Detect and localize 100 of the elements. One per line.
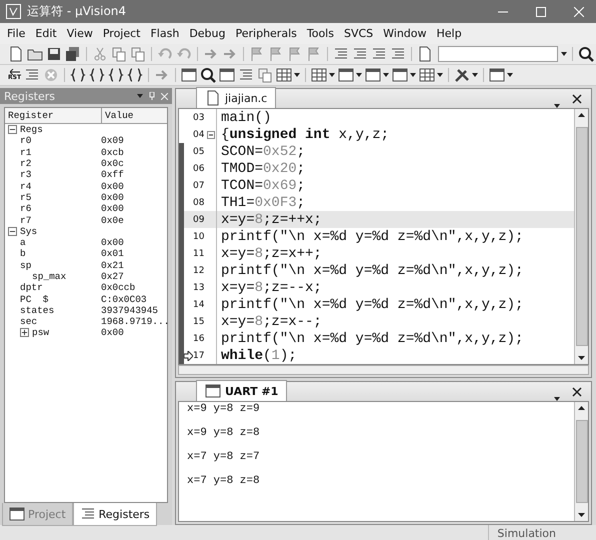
dropdown-caret-icon[interactable] (356, 73, 362, 77)
copy-icon[interactable] (111, 46, 127, 62)
register-name: psw (32, 327, 50, 338)
brace-icon[interactable] (108, 67, 124, 83)
dropdown-caret-icon[interactable] (561, 52, 567, 56)
register-name: r4 (20, 180, 32, 192)
menu-item[interactable]: SVCS (338, 27, 378, 40)
code-line: TCON=0x69; (221, 178, 306, 194)
pin-icon[interactable] (149, 92, 155, 100)
line-number: 11 (193, 248, 206, 258)
file-tab[interactable]: jiajian.c (196, 87, 276, 108)
register-name: r3 (20, 169, 32, 180)
horizontal-scrollbar[interactable] (178, 365, 589, 375)
scroll-down-arrow-icon[interactable] (578, 513, 585, 517)
vertical-scrollbar[interactable] (574, 109, 588, 364)
output-line: x=9 y=8 z=9 (187, 403, 261, 415)
copy-icon[interactable] (130, 46, 146, 62)
menu-item[interactable]: Window (378, 27, 432, 40)
vertical-scrollbar[interactable] (574, 402, 588, 521)
register-name: sec (20, 316, 38, 328)
menu-item[interactable]: Edit (30, 27, 62, 40)
register-group: Regs (20, 124, 43, 136)
line-number: 16 (193, 334, 206, 344)
scroll-down-arrow-icon[interactable] (578, 356, 585, 360)
register-value: 0x21 (101, 260, 124, 271)
fold-toggle-icon[interactable] (207, 130, 215, 138)
line-number: 08 (193, 198, 206, 208)
menu-item[interactable]: Flash (145, 27, 184, 40)
code-line: x=y=8;z=x++; (221, 246, 322, 262)
brace-icon[interactable] (127, 67, 144, 83)
scroll-up-arrow-icon[interactable] (578, 406, 585, 410)
grid-icon[interactable] (419, 67, 436, 83)
column-header[interactable]: Value (102, 108, 137, 123)
grid-icon[interactable] (276, 67, 292, 83)
line-number: 13 (193, 282, 206, 292)
page-icon[interactable] (205, 90, 221, 106)
dropdown-caret-icon[interactable] (472, 73, 478, 77)
code-line: printf("\n x=%d y=%d z=%d\n",x,y,z); (221, 228, 524, 244)
code-line: x=y=8;z=--x; (221, 280, 322, 296)
scroll-up-arrow-icon[interactable] (578, 113, 585, 117)
copy-icon[interactable] (257, 67, 274, 83)
register-name: r6 (20, 203, 32, 214)
menu-item[interactable]: Debug (184, 27, 230, 40)
window-icon[interactable] (489, 67, 506, 83)
app-logo-icon (6, 4, 21, 19)
menu-item[interactable]: Tools (302, 27, 339, 40)
magnifier-icon[interactable] (200, 67, 216, 83)
line-number: 03 (193, 112, 206, 122)
column-header[interactable]: Register (5, 108, 102, 123)
expand-toggle-icon[interactable] (20, 328, 29, 338)
menu-item[interactable]: Project (98, 27, 146, 40)
register-value: 0x00 (101, 203, 124, 214)
window-icon[interactable] (9, 506, 25, 522)
register-value: 1968.9719... (101, 316, 170, 328)
dropdown-caret-icon[interactable] (410, 73, 416, 77)
code-line: printf("\n x=%d y=%d z=%d\n",x,y,z); (221, 330, 524, 346)
dropdown-caret-icon[interactable] (383, 73, 390, 77)
window-icon[interactable] (181, 67, 198, 83)
register-name: r7 (20, 214, 32, 226)
output-line: x=7 y=8 z=8 (187, 475, 261, 487)
menu-item[interactable]: Help (432, 27, 467, 40)
panel-tab[interactable]: Registers (72, 503, 157, 526)
menu-item[interactable]: Peripherals (230, 27, 302, 40)
code-line: x=y=8;z=x--; (221, 314, 322, 330)
grid-icon[interactable] (311, 67, 328, 83)
window-title: 运算符 - μVision4 (27, 3, 128, 20)
register-value: 0x27 (101, 271, 124, 282)
line-number: 12 (193, 266, 206, 276)
maximize-icon[interactable] (536, 6, 546, 16)
menu-item[interactable]: File (2, 27, 30, 40)
uart-tab[interactable]: UART #1 (196, 380, 288, 401)
code-line: while(1); (221, 348, 297, 364)
window-icon[interactable] (365, 67, 382, 83)
collapse-toggle-icon[interactable] (8, 125, 17, 134)
page-icon[interactable] (417, 46, 433, 62)
dropdown-caret-icon[interactable] (507, 73, 514, 77)
window-icon[interactable] (338, 67, 354, 83)
register-name: PC $ (20, 294, 49, 305)
line-number: 04 (193, 130, 206, 140)
window-icon[interactable] (219, 67, 236, 83)
code-line: {unsigned int x,y,z; (221, 126, 390, 142)
register-group: Sys (20, 226, 38, 237)
disks-icon[interactable] (65, 46, 81, 62)
register-value: 0x0e (101, 214, 124, 226)
register-value: 0x0ccb (101, 282, 136, 294)
code-line: TMOD=0x20; (221, 160, 306, 176)
menu-item[interactable]: View (62, 27, 98, 40)
brace-icon[interactable] (89, 67, 106, 83)
window-icon[interactable] (205, 383, 221, 399)
dropdown-caret-icon[interactable] (329, 73, 336, 77)
dropdown-caret-icon[interactable] (437, 73, 444, 77)
magnifier-icon[interactable] (578, 46, 594, 62)
brace-icon[interactable] (70, 67, 86, 83)
register-value: 0x0c (101, 158, 124, 170)
window-icon[interactable] (392, 67, 408, 83)
register-name: r2 (20, 158, 32, 170)
line-number: 09 (193, 214, 206, 224)
dropdown-caret-icon[interactable] (294, 73, 300, 77)
page-icon[interactable] (8, 46, 24, 62)
collapse-toggle-icon[interactable] (8, 226, 17, 236)
